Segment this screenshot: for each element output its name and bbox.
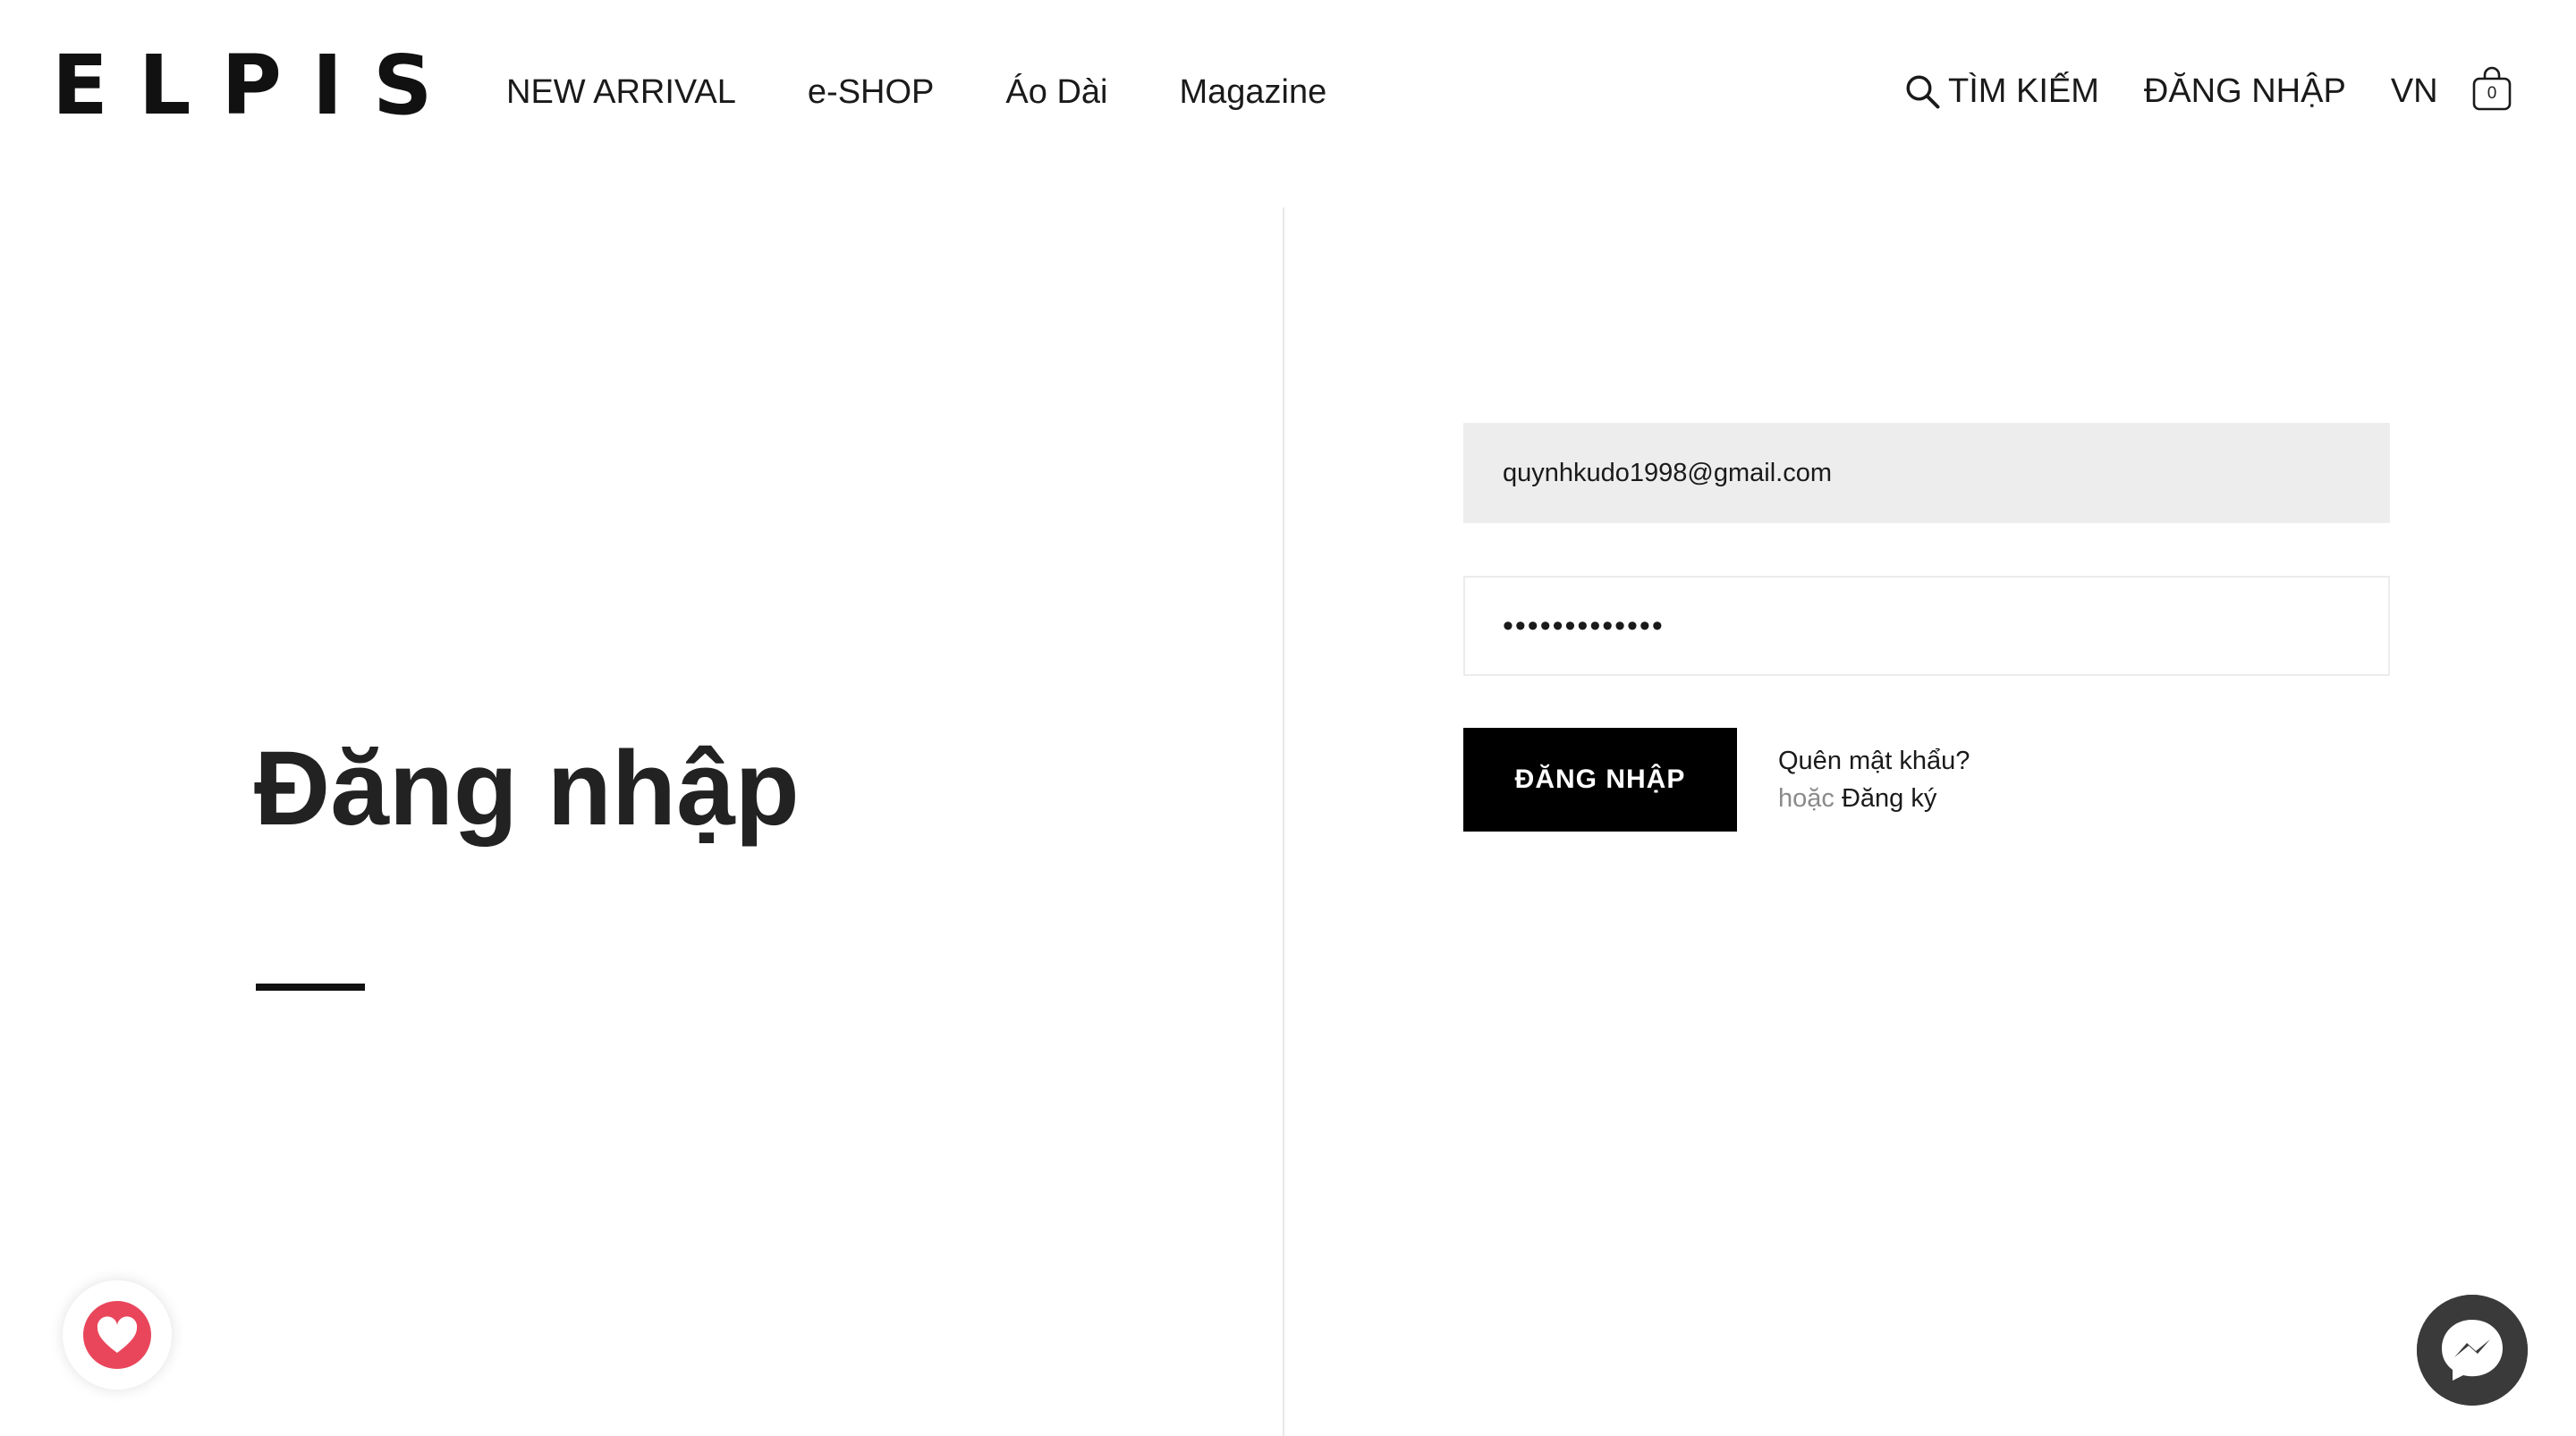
register-link[interactable]: Đăng ký <box>1842 784 1936 813</box>
forgot-password-link[interactable]: Quên mật khẩu? <box>1778 742 1970 780</box>
or-text: hoặc <box>1778 784 1835 813</box>
password-field[interactable]: ••••••••••••• <box>1463 576 2390 676</box>
search-link[interactable]: TÌM KIẾM <box>1903 72 2099 111</box>
login-submit-button[interactable]: ĐĂNG NHẬP <box>1463 728 1737 832</box>
favorites-widget-button[interactable] <box>63 1280 172 1390</box>
nav-item-new-arrival[interactable]: NEW ARRIVAL <box>506 70 736 114</box>
email-field[interactable]: quynhkudo1998@gmail.com <box>1463 423 2390 523</box>
auth-links: Quên mật khẩu? hoặc Đăng ký <box>1778 742 1970 817</box>
main-nav: NEW ARRIVAL e-SHOP Áo Dài Magazine <box>506 70 1326 114</box>
messenger-chat-button[interactable] <box>2417 1295 2528 1406</box>
language-switch[interactable]: VN <box>2391 72 2438 111</box>
heart-icon <box>83 1301 151 1369</box>
cart-count: 0 <box>2487 84 2497 103</box>
nav-item-ao-dai[interactable]: Áo Dài <box>1005 70 1107 114</box>
nav-item-magazine[interactable]: Magazine <box>1179 70 1326 114</box>
vertical-divider <box>1283 207 1284 1436</box>
cart-button[interactable]: 0 <box>2470 66 2513 113</box>
title-underline <box>256 984 365 991</box>
messenger-icon <box>2417 1295 2528 1406</box>
search-label: TÌM KIẾM <box>1948 72 2099 110</box>
search-icon <box>1906 75 1940 109</box>
brand-logo[interactable]: ELPIS <box>52 45 462 127</box>
login-link[interactable]: ĐĂNG NHẬP <box>2144 72 2346 111</box>
page-title: Đăng nhập <box>254 730 800 848</box>
nav-item-eshop[interactable]: e-SHOP <box>808 70 934 114</box>
header-actions: TÌM KIẾM ĐĂNG NHẬP VN <box>1903 68 2438 114</box>
login-page: ELPIS NEW ARRIVAL e-SHOP Áo Dài Magazine… <box>0 0 2576 1436</box>
